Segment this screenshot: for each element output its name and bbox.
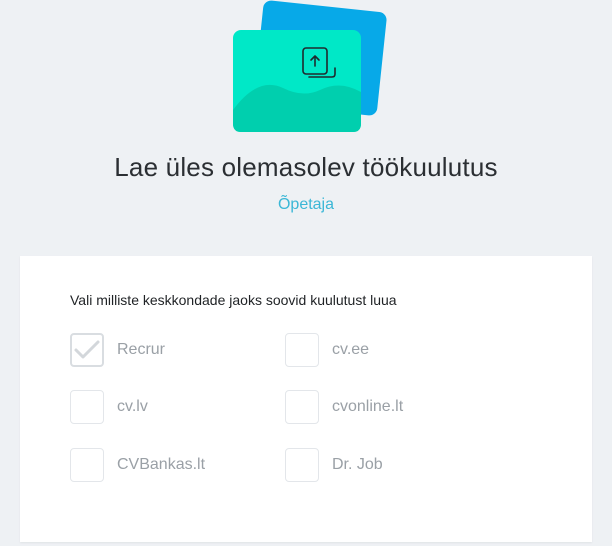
checkbox-cv-lv[interactable] <box>70 390 104 424</box>
option-dr-job[interactable]: Dr. Job <box>285 446 383 484</box>
option-recrur[interactable]: Recrur <box>70 331 165 369</box>
checkbox-dr-job[interactable] <box>285 448 319 482</box>
option-label: Dr. Job <box>332 456 383 473</box>
option-cv-ee[interactable]: cv.ee <box>285 331 369 369</box>
platform-selection-card: Vali milliste keskkondade jaoks soovid k… <box>20 256 592 542</box>
option-label: CVBankas.lt <box>117 456 206 473</box>
checkmark-icon <box>74 340 100 359</box>
page-title: Lae üles olemasolev töökuulutus <box>114 152 498 182</box>
checkbox-recrur[interactable] <box>70 333 104 367</box>
checkbox-cv-ee[interactable] <box>285 333 319 367</box>
option-cvbankas-lt[interactable]: CVBankas.lt <box>70 446 205 484</box>
checkbox-cvonline-lt[interactable] <box>285 390 319 424</box>
option-label: cvonline.lt <box>332 398 404 415</box>
option-cv-lv[interactable]: cv.lv <box>70 388 148 426</box>
page-subtitle: Õpetaja <box>277 196 335 213</box>
hero-illustration <box>0 0 612 140</box>
selection-prompt: Vali milliste keskkondade jaoks soovid k… <box>70 292 397 308</box>
option-label: Recrur <box>117 341 166 358</box>
option-label: cv.lv <box>117 398 148 415</box>
upload-document-illustration-icon <box>233 0 387 132</box>
checkbox-cvbankas-lt[interactable] <box>70 448 104 482</box>
option-cvonline-lt[interactable]: cvonline.lt <box>285 388 403 426</box>
option-label: cv.ee <box>332 341 370 358</box>
